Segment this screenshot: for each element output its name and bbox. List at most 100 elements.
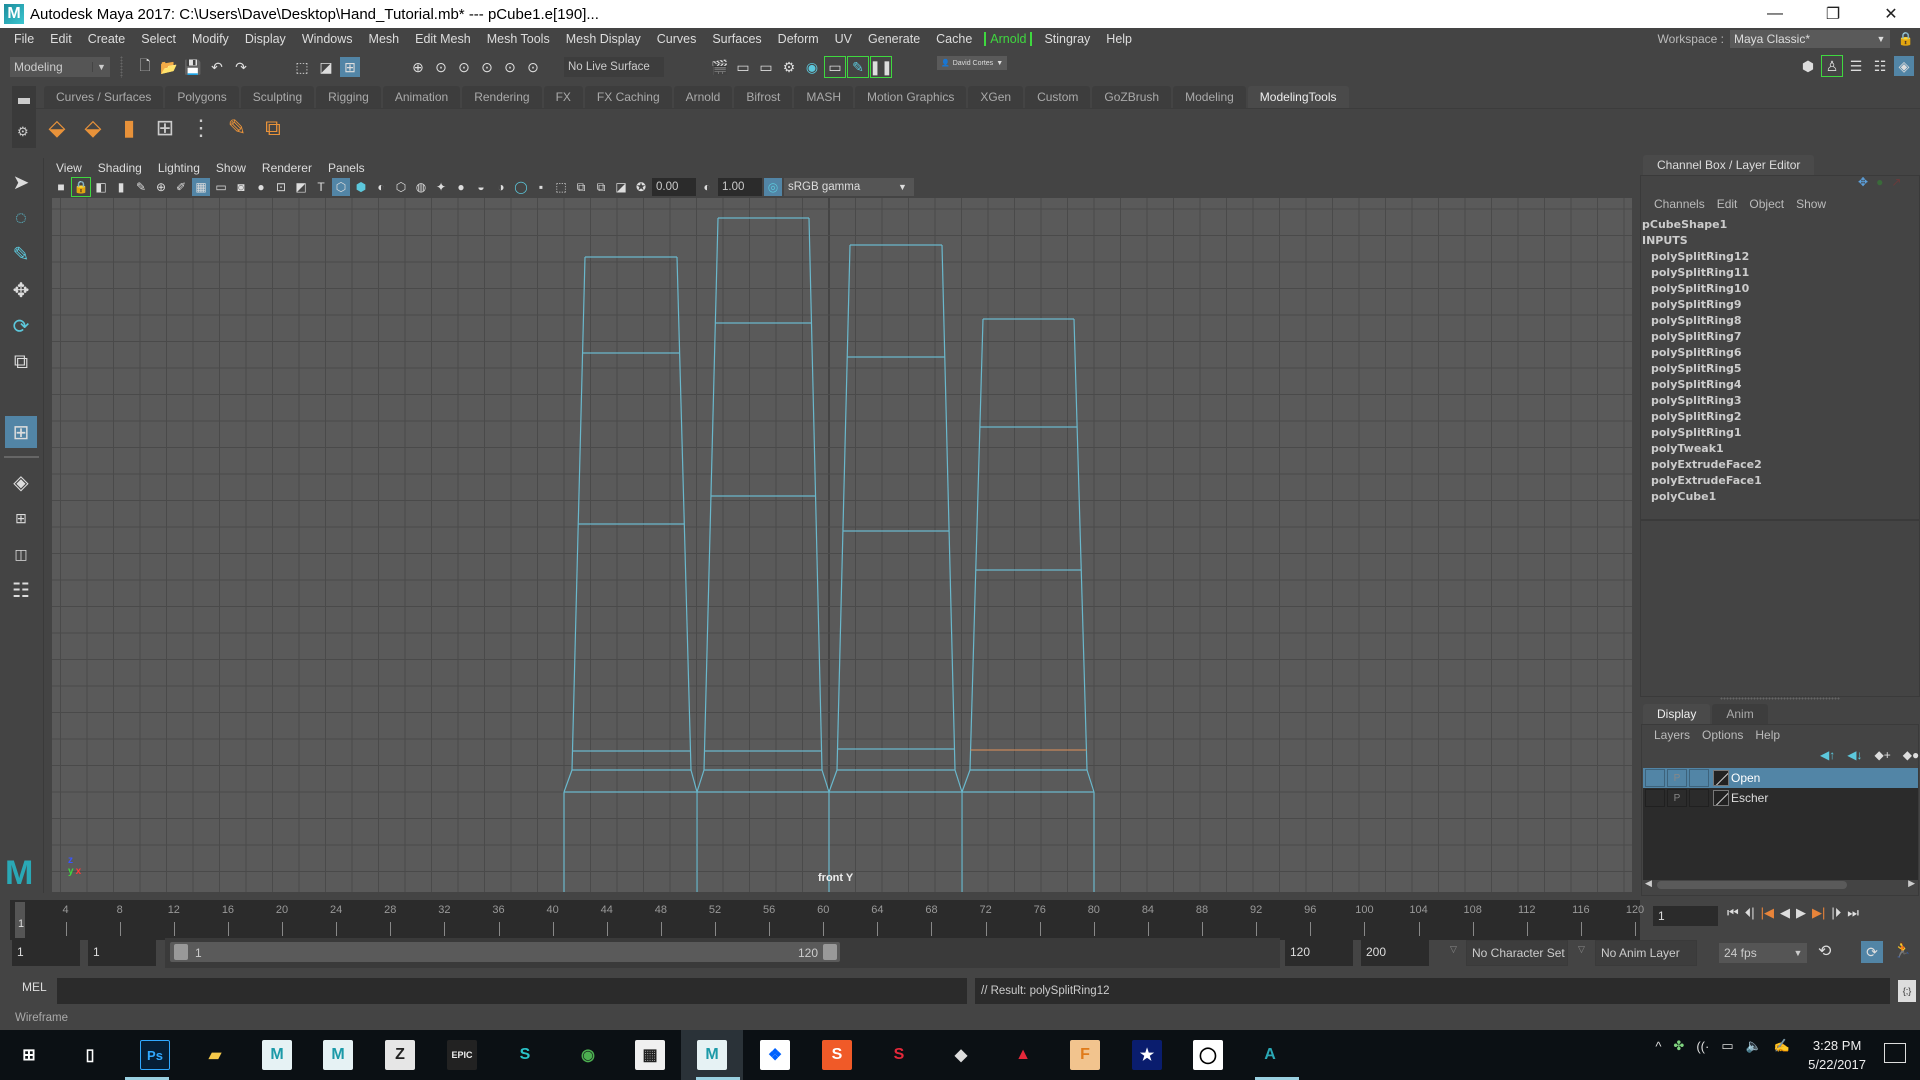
hyper-icon[interactable]: ↗ xyxy=(1891,175,1901,189)
view-transform-dropdown[interactable]: sRGB gamma ▼ xyxy=(784,178,914,196)
taskbar-acrobat-icon[interactable]: ▲ xyxy=(1008,1040,1038,1070)
four-view-layout-icon[interactable]: ◈ xyxy=(5,466,37,498)
input-node[interactable]: polyCube1 xyxy=(1642,489,1762,505)
taskbar-cinema-app-icon[interactable]: ★ xyxy=(1132,1040,1162,1070)
pen-icon[interactable]: ✍ xyxy=(1774,1038,1790,1054)
input-node[interactable]: polySplitRing6 xyxy=(1642,345,1762,361)
menu-stingray[interactable]: Stingray xyxy=(1036,32,1098,46)
render-view-icon[interactable]: 🎬 xyxy=(710,57,730,77)
shelf-tab-motion-graphics[interactable]: Motion Graphics xyxy=(855,86,967,108)
shelf-tab-curves-surfaces[interactable]: Curves / Surfaces xyxy=(44,86,164,108)
animation-start-field[interactable]: 1 xyxy=(12,938,80,966)
chevron-up-icon[interactable]: ^ xyxy=(1655,1039,1661,1054)
layer-visibility-toggle[interactable] xyxy=(1645,789,1665,807)
menu-set-dropdown[interactable]: Modeling ▼ xyxy=(10,57,110,77)
step-back-key-icon[interactable]: |◀ xyxy=(1761,905,1774,921)
shape-node[interactable]: pCubeShape1 xyxy=(1642,217,1762,233)
pause-icon[interactable]: ❚❚ xyxy=(869,56,893,78)
safe-title-icon[interactable]: T xyxy=(312,178,330,196)
taskbar-mudbox-icon[interactable]: M xyxy=(323,1040,353,1070)
select-tool-icon[interactable]: ➤ xyxy=(5,166,37,198)
persp-outliner-layout-icon[interactable]: ⊞ xyxy=(5,502,37,534)
extrude-icon[interactable]: ⬙ xyxy=(42,113,72,143)
channel-box-icon[interactable]: ◈ xyxy=(1894,56,1914,76)
input-node[interactable]: polySplitRing8 xyxy=(1642,313,1762,329)
shelf-tab-rigging[interactable]: Rigging xyxy=(316,86,381,108)
shelf-tab-modelingtools[interactable]: ModelingTools xyxy=(1247,86,1349,108)
new-layer-selected-icon[interactable]: ◆● xyxy=(1903,748,1919,762)
character-set-dropdown[interactable]: No Character Set xyxy=(1466,940,1568,966)
lasso-tool-icon[interactable]: ◌ xyxy=(5,202,37,234)
outliner-tree-icon[interactable]: ☷ xyxy=(5,574,37,606)
range-end-handle[interactable] xyxy=(823,944,837,960)
use-all-lights-icon[interactable]: ◍ xyxy=(412,178,430,196)
menu-mesh-display[interactable]: Mesh Display xyxy=(558,32,649,46)
redo-icon[interactable]: ↷ xyxy=(231,57,251,77)
front-viewport[interactable] xyxy=(52,198,1632,892)
layer-display-type-toggle[interactable] xyxy=(1689,789,1709,807)
channel-box-tab[interactable]: Channel Box / Layer Editor xyxy=(1643,155,1815,175)
channel-box-menu-edit[interactable]: Edit xyxy=(1711,197,1744,211)
move-layer-down-icon[interactable]: ◀↓ xyxy=(1847,748,1862,762)
outliner-layout-icon[interactable]: ◫ xyxy=(5,538,37,570)
shelf-tab-arnold[interactable]: Arnold xyxy=(673,86,733,108)
exposure-field[interactable]: 0.00 xyxy=(652,178,696,196)
modeling-toolkit-icon[interactable]: ⬢ xyxy=(1798,56,1818,76)
speed-icon[interactable]: ● xyxy=(1876,175,1883,189)
insert-edge-loop-icon[interactable]: ⊞ xyxy=(150,113,180,143)
taskbar-photoshop-icon[interactable]: Ps xyxy=(140,1040,170,1070)
gamma-field[interactable]: 1.00 xyxy=(718,178,762,196)
layer-playback-toggle[interactable]: P xyxy=(1667,789,1687,807)
snap-curve-icon[interactable]: ⊙ xyxy=(431,57,451,77)
taskbar-unity-icon[interactable]: ◆ xyxy=(946,1040,976,1070)
go-to-end-icon[interactable]: ⏭ xyxy=(1847,905,1859,921)
channel-box-menu-show[interactable]: Show xyxy=(1790,197,1832,211)
menu-modify[interactable]: Modify xyxy=(184,32,237,46)
bevel-box-icon[interactable]: ▮ xyxy=(114,113,144,143)
multisample-aa-icon[interactable]: ◑ xyxy=(492,178,510,196)
system-clock[interactable]: 3:28 PM 5/22/2017 xyxy=(1808,1036,1866,1074)
shelf-tab-animation[interactable]: Animation xyxy=(382,86,461,108)
input-node[interactable]: polySplitRing4 xyxy=(1642,377,1762,393)
menu-file[interactable]: File xyxy=(6,32,42,46)
layer-tab-anim[interactable]: Anim xyxy=(1712,704,1768,724)
single-perspective-layout-icon[interactable]: ⊞ xyxy=(5,416,37,448)
shelf-tab-fx-caching[interactable]: FX Caching xyxy=(584,86,672,108)
manipulator-icon[interactable]: ✥ xyxy=(1858,175,1868,189)
taskbar-substance-designer-icon[interactable]: S xyxy=(822,1040,852,1070)
arnold-render-view-icon[interactable]: ▭ xyxy=(824,56,846,78)
isolate-select-icon[interactable]: ▪ xyxy=(532,178,550,196)
gear-icon[interactable]: ⚙ xyxy=(17,124,29,140)
field-chart-icon[interactable]: ⊡ xyxy=(272,178,290,196)
textured-icon[interactable]: ⬡ xyxy=(392,178,410,196)
input-node[interactable]: polySplitRing11 xyxy=(1642,265,1762,281)
user-account-button[interactable]: 👤 David Cortes ▼ xyxy=(937,56,1008,70)
close-button[interactable]: ✕ xyxy=(1862,0,1920,28)
menu-uv[interactable]: UV xyxy=(827,32,860,46)
menu-mesh-tools[interactable]: Mesh Tools xyxy=(479,32,558,46)
render-settings-icon[interactable]: ⚙ xyxy=(779,57,799,77)
live-surface-field[interactable]: No Live Surface xyxy=(564,57,664,77)
battery-icon[interactable]: ▭ xyxy=(1721,1038,1733,1054)
undo-icon[interactable]: ↶ xyxy=(207,57,227,77)
taskbar-calculator-icon[interactable]: ▦ xyxy=(635,1040,665,1070)
open-scene-icon[interactable]: 📂 xyxy=(159,57,179,77)
ipr-render-icon[interactable]: ▭ xyxy=(756,57,776,77)
play-backwards-icon[interactable]: ◀ xyxy=(1780,905,1790,921)
minimize-button[interactable]: — xyxy=(1746,0,1804,28)
channel-box-menu-object[interactable]: Object xyxy=(1743,197,1790,211)
input-node[interactable]: polySplitRing5 xyxy=(1642,361,1762,377)
paint-select-icon[interactable]: ✎ xyxy=(5,238,37,270)
film-gate-icon[interactable]: ▭ xyxy=(212,178,230,196)
loop-icon[interactable]: ⟲ xyxy=(1818,941,1831,961)
menu-deform[interactable]: Deform xyxy=(770,32,827,46)
taskbar-maya-icon[interactable]: M xyxy=(697,1040,727,1070)
input-node[interactable]: polyExtrudeFace1 xyxy=(1642,473,1762,489)
input-node[interactable]: polySplitRing9 xyxy=(1642,297,1762,313)
layer-row[interactable]: P Escher xyxy=(1643,788,1918,808)
shelf-tab-polygons[interactable]: Polygons xyxy=(165,86,239,108)
taskbar-dropbox-icon[interactable]: ❖ xyxy=(760,1040,790,1070)
taskbar-zbrush-icon[interactable]: Z xyxy=(385,1040,415,1070)
current-frame-field[interactable]: 1 xyxy=(1653,906,1718,926)
new-scene-icon[interactable]: 🗋 xyxy=(135,57,155,77)
